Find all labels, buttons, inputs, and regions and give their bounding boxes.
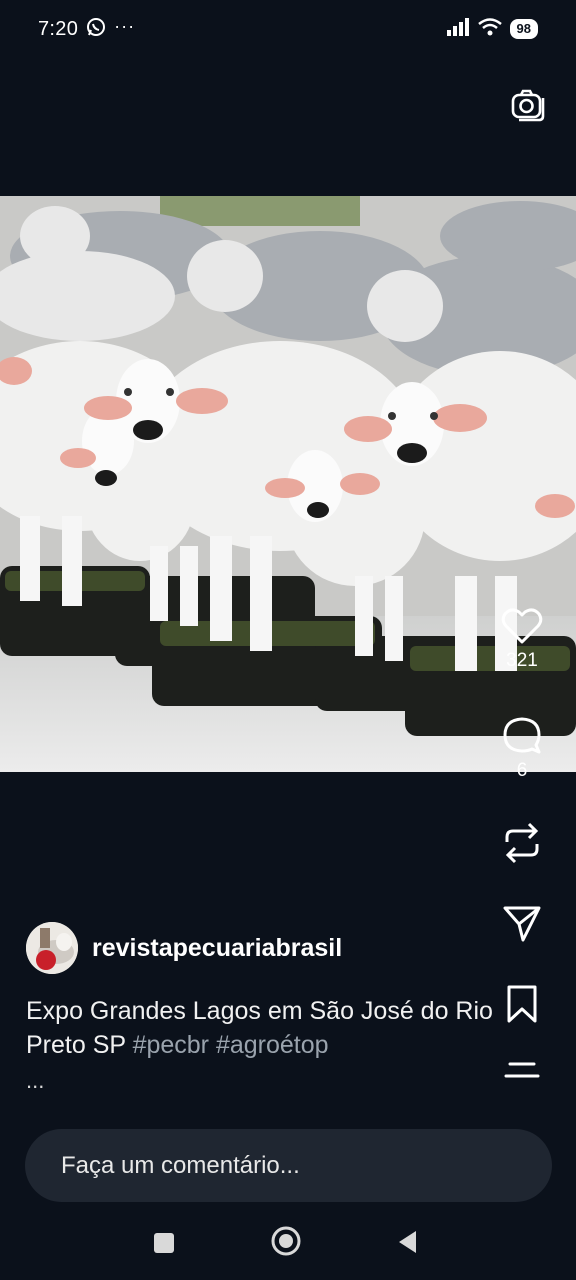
comment-box[interactable]	[25, 1129, 552, 1202]
camera-button[interactable]	[510, 86, 546, 122]
menu-icon	[504, 1062, 540, 1078]
share-button[interactable]	[492, 904, 552, 944]
battery-indicator: 98	[509, 19, 538, 39]
comment-input[interactable]	[61, 1151, 501, 1180]
bookmark-button[interactable]	[492, 984, 552, 1024]
status-time: 7:20	[38, 17, 79, 40]
navigation-bar	[0, 1212, 576, 1280]
post-image[interactable]	[0, 196, 576, 772]
avatar[interactable]	[26, 922, 78, 974]
signal-icon	[446, 17, 470, 41]
post-caption[interactable]: Expo Grandes Lagos em São José do Rio Pr…	[26, 994, 496, 1062]
repost-button[interactable]	[492, 820, 552, 866]
recents-button[interactable]	[152, 1231, 176, 1260]
back-button[interactable]	[396, 1229, 420, 1260]
caption-more[interactable]: ...	[26, 1068, 44, 1094]
repost-icon	[505, 822, 539, 864]
bookmark-icon	[507, 985, 537, 1023]
share-icon	[503, 906, 541, 942]
back-icon	[399, 1231, 416, 1253]
wifi-icon	[477, 17, 502, 41]
like-button[interactable]: 321	[492, 606, 552, 672]
status-more: ···	[114, 15, 136, 36]
home-icon	[271, 1226, 301, 1256]
like-count: 321	[506, 650, 538, 671]
menu-button[interactable]	[492, 1058, 552, 1082]
status-bar: 7:20 ··· 98	[0, 0, 576, 58]
comment-icon	[503, 717, 541, 754]
post-author[interactable]: revistapecuariabrasil	[26, 922, 342, 974]
heart-icon	[501, 608, 543, 644]
camera-icon	[511, 89, 545, 122]
home-button[interactable]	[270, 1225, 302, 1262]
comment-count: 6	[516, 760, 528, 781]
recents-icon	[154, 1233, 174, 1253]
username[interactable]: revistapecuariabrasil	[92, 934, 342, 963]
whatsapp-icon	[86, 17, 106, 42]
caption-hashtags[interactable]: #pecbr #agroétop	[133, 1031, 329, 1059]
comment-button[interactable]: 6	[492, 714, 552, 782]
